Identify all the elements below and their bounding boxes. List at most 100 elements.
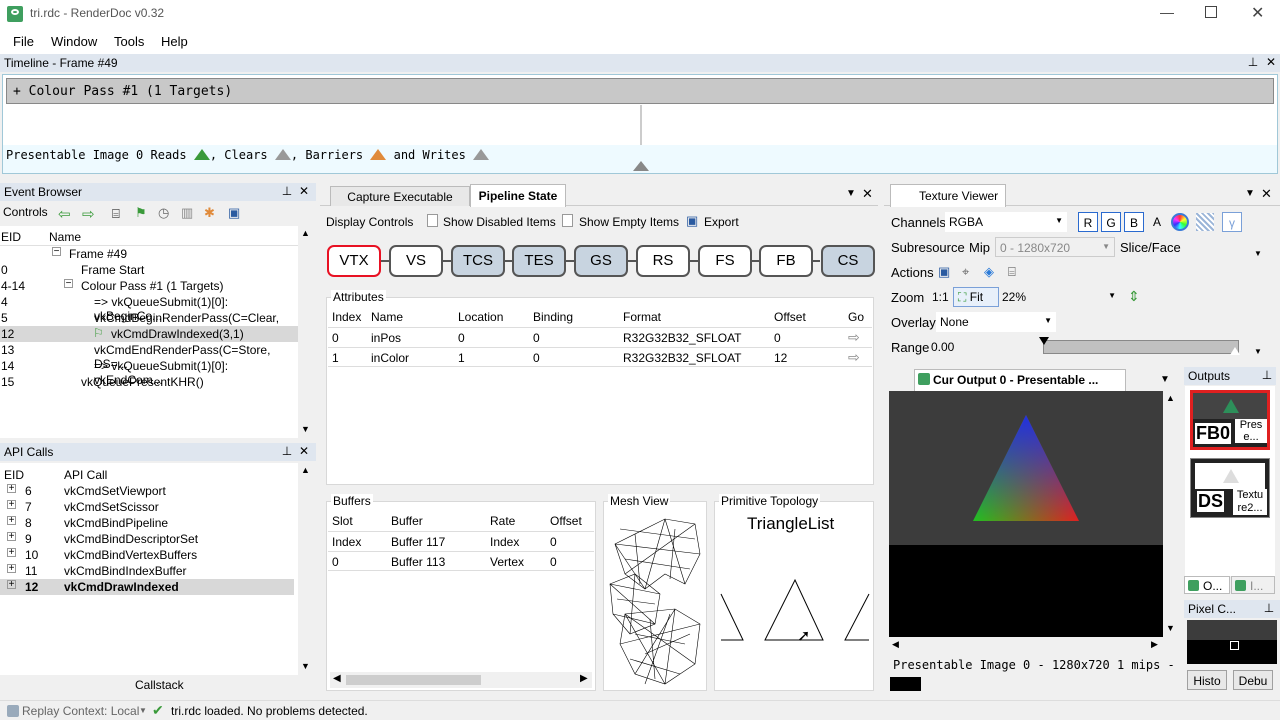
stage-tcs[interactable]: TCS [451,245,505,277]
export-icon[interactable]: ▣ [686,213,698,229]
back-arrow-icon[interactable]: ⇦ [58,205,71,223]
expand-icon[interactable]: + [7,484,16,494]
flip-icon[interactable]: ⇕ [1128,288,1140,305]
debug-button[interactable]: Debu [1233,670,1273,690]
show-empty-icon[interactable] [562,214,573,227]
event-row[interactable]: 14 => vkQueueSubmit(1)[0]: vkEndCom... [0,358,298,387]
buffer-row[interactable]: Index Buffer 117 Index 0 [328,531,594,551]
view-texture-icon[interactable]: ◈ [984,264,994,280]
event-row[interactable]: − Frame #49 [0,246,298,262]
tab-cur-output[interactable]: Cur Output 0 - Presentable ... [914,369,1126,391]
export-button[interactable]: Export [704,215,739,229]
goto-location-icon[interactable]: ⌖ [962,264,969,280]
checkerboard-icon[interactable] [1196,213,1214,231]
expand-toolbar-icon[interactable]: ▼ [1254,249,1262,258]
save-texture-icon[interactable]: ▣ [938,264,950,280]
texture-hscrollbar[interactable]: ◀ ▶ [889,637,1163,653]
stage-rs[interactable]: RS [636,245,690,277]
stage-vs[interactable]: VS [389,245,443,277]
api-calls-scrollbar[interactable]: ▲ ▼ [298,463,314,675]
tab-capture-executable[interactable]: Capture Executable [330,186,470,206]
close-icon[interactable]: ✕ [297,184,311,198]
close-icon[interactable]: ✕ [297,444,311,458]
api-call-row-selected[interactable]: +12 vkCmdDrawIndexed [0,579,294,595]
expand-icon[interactable]: + [7,548,16,558]
event-row[interactable]: 4-14− Colour Pass #1 (1 Targets) [0,278,298,294]
texture-vscrollbar[interactable]: ▲ ▼ [1163,391,1179,637]
scroll-up-icon[interactable]: ▲ [1166,393,1175,403]
texture-display[interactable] [889,391,1163,637]
settings-icon[interactable]: ✱ [204,205,215,221]
output-thumbnail-ds[interactable]: DS Textu re2... [1190,458,1270,518]
close-icon[interactable]: ✕ [862,186,873,202]
stage-vtx[interactable]: VTX [327,245,381,277]
columns-icon[interactable]: ▥ [181,205,193,221]
event-tree-scrollbar[interactable]: ▲ ▼ [298,226,314,438]
channel-a-toggle[interactable]: A [1153,215,1161,229]
close-icon[interactable]: ✕ [1261,186,1272,202]
channel-b-toggle[interactable]: B [1124,212,1144,232]
dropdown-icon[interactable]: ▼ [846,188,856,199]
scroll-up-icon[interactable]: ▲ [301,228,310,238]
show-disabled-icon[interactable] [427,214,438,227]
stage-fs[interactable]: FS [698,245,752,277]
dropdown-icon[interactable]: ▼ [1160,374,1170,385]
forward-arrow-icon[interactable]: ⇨ [82,205,95,223]
expand-icon[interactable]: + [7,532,16,542]
expand-toolbar-icon[interactable]: ▼ [1254,347,1262,356]
api-call-row[interactable]: +7 vkCmdSetScissor [0,499,294,515]
bookmark-icon[interactable]: ⚑ [135,205,147,221]
scroll-down-icon[interactable]: ▼ [301,424,310,434]
minimize-icon[interactable]: — [1160,4,1174,20]
scroll-down-icon[interactable]: ▼ [301,661,310,671]
api-call-row[interactable]: +11 vkCmdBindIndexBuffer [0,563,294,579]
gamma-toggle[interactable]: γ [1222,212,1242,232]
range-min-handle[interactable] [1039,337,1049,345]
pin-icon[interactable]: ⊥ [280,444,294,458]
channel-g-toggle[interactable]: G [1101,212,1121,232]
stage-cs[interactable]: CS [821,245,875,277]
expand-icon[interactable]: + [7,516,16,526]
maximize-icon[interactable] [1205,6,1217,18]
chevron-down-icon[interactable]: ▼ [139,706,147,715]
event-row-selected[interactable]: 12 ⚐ vkCmdDrawIndexed(3,1) [0,326,298,342]
range-max-handle[interactable] [1230,347,1240,355]
menu-tools[interactable]: Tools [114,34,144,49]
api-call-row[interactable]: +9 vkCmdBindDescriptorSet [0,531,294,547]
zoom-select[interactable]: 22% ▼ [1002,287,1120,307]
expand-icon[interactable]: + [7,564,16,574]
channels-select[interactable]: RGBA ▼ [945,212,1067,232]
event-row[interactable]: 15 vkQueuePresentKHR() [0,374,298,390]
close-icon[interactable]: ✕ [1251,3,1264,23]
scroll-thumb[interactable] [346,675,481,685]
tab-pipeline-state[interactable]: Pipeline State [470,184,566,207]
scroll-left-icon[interactable]: ◀ [333,673,341,684]
pin-icon[interactable]: ⊥ [1246,55,1260,69]
pin-icon[interactable]: ⊥ [1262,601,1276,615]
stage-tes[interactable]: TES [512,245,566,277]
buffers-hscrollbar[interactable]: ◀ ▶ [330,672,592,688]
range-min-value[interactable]: 0.00 [931,340,954,354]
timeline-pass-bar[interactable]: + Colour Pass #1 (1 Targets) [6,78,1274,104]
expand-icon[interactable]: − [64,279,73,289]
attribute-row[interactable]: 0 inPos 0 0 R32G32B32_SFLOAT 0 ⇨ [328,327,872,347]
save-icon[interactable]: ▣ [228,205,240,221]
scroll-left-icon[interactable]: ◀ [892,639,899,650]
scroll-up-icon[interactable]: ▲ [301,465,310,475]
menu-file[interactable]: File [13,34,34,49]
api-call-row[interactable]: +6 vkCmdSetViewport [0,483,294,499]
pin-icon[interactable]: ⊥ [280,184,294,198]
buffer-row[interactable]: 0 Buffer 113 Vertex 0 [328,551,594,571]
show-disabled-button[interactable]: Show Disabled Items [443,215,556,229]
color-wheel-icon[interactable] [1171,213,1189,231]
zoom-1to1-button[interactable]: 1:1 [932,290,949,304]
range-slider[interactable] [1039,337,1240,355]
tab-texture-viewer[interactable]: Texture Viewer [890,184,1006,207]
scroll-down-icon[interactable]: ▼ [1166,623,1175,633]
scroll-right-icon[interactable]: ▶ [580,673,588,684]
mip-select[interactable]: 0 - 1280x720 ▼ [995,237,1115,257]
expand-icon[interactable]: + [7,580,16,590]
go-arrow-icon[interactable]: ⇨ [848,349,860,366]
scroll-right-icon[interactable]: ▶ [1151,639,1158,650]
overlay-select[interactable]: None ▼ [936,312,1056,332]
